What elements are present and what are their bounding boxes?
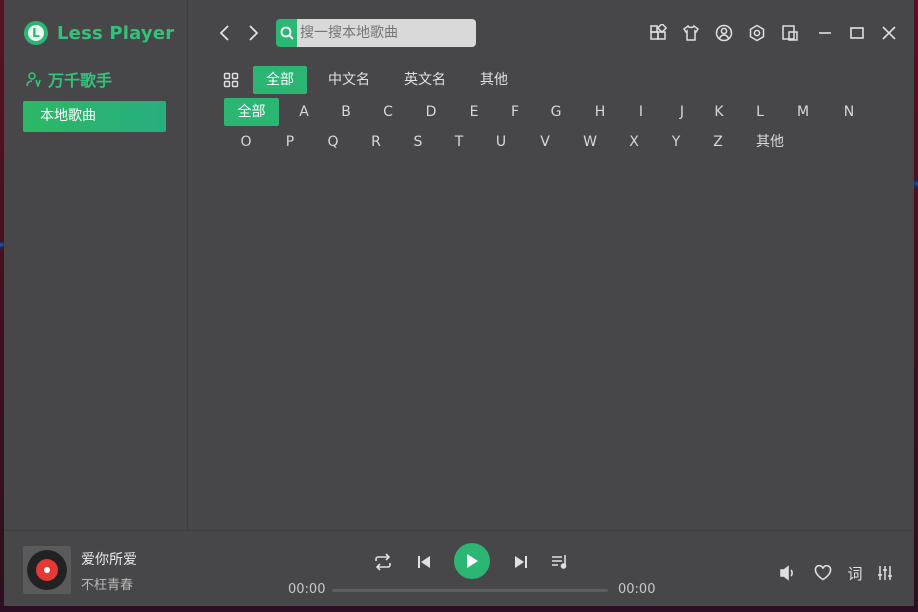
search-box <box>276 19 476 47</box>
letter-s[interactable]: S <box>408 128 428 156</box>
progress-bar[interactable] <box>332 589 608 592</box>
letter-u[interactable]: U <box>491 128 511 156</box>
letter-v[interactable]: V <box>535 128 555 156</box>
next-button[interactable] <box>510 551 532 573</box>
song-title[interactable]: 爱你所爱 <box>81 549 137 569</box>
letter-y[interactable]: Y <box>666 128 686 156</box>
playlist-button[interactable] <box>549 551 571 573</box>
letter-w[interactable]: W <box>580 128 600 156</box>
letter-h[interactable]: H <box>590 98 610 126</box>
equalizer-icon <box>878 566 892 580</box>
letter-m[interactable]: M <box>793 98 813 126</box>
minimize-button[interactable] <box>814 22 836 44</box>
top-bar <box>187 0 914 64</box>
letter-g[interactable]: G <box>546 98 566 126</box>
user-button[interactable] <box>713 22 735 44</box>
app-logo: L Less Player <box>24 21 174 45</box>
equalizer-button[interactable] <box>874 562 896 584</box>
letter-i[interactable]: I <box>631 98 651 126</box>
playlist-icon <box>552 555 567 569</box>
letter-other[interactable]: 其他 <box>750 128 790 156</box>
letter-d[interactable]: D <box>421 98 441 126</box>
letter-n[interactable]: N <box>839 98 859 126</box>
theme-shirt-icon <box>682 24 700 41</box>
maximize-icon <box>850 27 864 39</box>
settings-button[interactable] <box>746 22 768 44</box>
apps-icon <box>650 24 667 40</box>
lyrics-button[interactable]: 词 <box>844 562 866 584</box>
album-cover[interactable] <box>23 546 71 594</box>
theme-button[interactable] <box>680 22 702 44</box>
letter-e[interactable]: E <box>464 98 484 126</box>
letter-k[interactable]: K <box>709 98 729 126</box>
repeat-button[interactable] <box>372 551 394 573</box>
maximize-button[interactable] <box>846 22 868 44</box>
previous-button[interactable] <box>413 551 435 573</box>
tab-chinese-name[interactable]: 中文名 <box>315 66 383 94</box>
minimize-icon <box>819 32 831 34</box>
sidebar-item-local-songs[interactable]: 本地歌曲 <box>23 101 166 132</box>
tab-all[interactable]: 全部 <box>253 66 307 94</box>
letter-p[interactable]: P <box>280 128 300 156</box>
letter-l[interactable]: L <box>750 98 770 126</box>
sidebar: L Less Player 万千歌手 本地歌曲 <box>4 0 188 530</box>
letter-t[interactable]: T <box>449 128 469 156</box>
search-input[interactable] <box>297 19 476 47</box>
grid-icon <box>223 72 239 88</box>
filter-tabs: 全部 中文名 英文名 其他 <box>221 66 529 94</box>
sidebar-section-singers[interactable]: 万千歌手 <box>26 67 112 91</box>
next-icon <box>515 556 527 568</box>
letter-a[interactable]: A <box>294 98 314 126</box>
volume-button[interactable] <box>777 562 799 584</box>
app-window: L Less Player 万千歌手 本地歌曲 搜一搜本地歌曲 全部 中文名 英… <box>4 0 914 606</box>
total-time: 00:00 <box>618 582 656 597</box>
letter-f[interactable]: F <box>505 98 525 126</box>
song-artist[interactable]: 不枉青春 <box>81 574 133 593</box>
mini-mode-button[interactable] <box>779 22 801 44</box>
app-name: Less Player <box>57 22 175 44</box>
letter-c[interactable]: C <box>378 98 398 126</box>
repeat-icon <box>375 553 391 571</box>
close-button[interactable] <box>878 22 900 44</box>
favorite-button[interactable] <box>812 562 834 584</box>
forward-button[interactable] <box>243 22 263 44</box>
player-bar: 爱你所爱 不枉青春 00:00 00:00 词 <box>4 530 914 606</box>
current-time: 00:00 <box>288 582 326 597</box>
back-button[interactable] <box>215 22 235 44</box>
close-icon <box>882 26 896 40</box>
sidebar-section-label: 万千歌手 <box>48 71 113 90</box>
search-icon <box>280 26 294 40</box>
volume-icon <box>780 565 793 581</box>
letter-z[interactable]: Z <box>708 128 728 156</box>
search-button[interactable] <box>276 19 297 47</box>
letter-r[interactable]: R <box>366 128 386 156</box>
letter-all[interactable]: 全部 <box>224 98 279 126</box>
apps-button[interactable] <box>647 22 669 44</box>
chevron-right-icon <box>249 25 259 41</box>
settings-icon <box>749 24 765 42</box>
user-icon <box>715 24 733 42</box>
letter-b[interactable]: B <box>336 98 356 126</box>
play-button[interactable] <box>454 543 490 579</box>
tab-other[interactable]: 其他 <box>467 66 521 94</box>
tab-english-name[interactable]: 英文名 <box>391 66 459 94</box>
singer-icon <box>26 72 41 87</box>
heart-icon <box>814 565 832 581</box>
mini-mode-icon <box>782 25 798 41</box>
view-grid-button[interactable] <box>221 70 241 90</box>
letter-o[interactable]: O <box>236 128 256 156</box>
play-icon <box>467 554 478 568</box>
vinyl-disc-icon <box>27 550 67 590</box>
previous-icon <box>418 556 430 568</box>
letter-j[interactable]: J <box>672 98 692 126</box>
logo-icon: L <box>24 21 48 45</box>
logo-letter: L <box>28 25 44 41</box>
letter-x[interactable]: X <box>624 128 644 156</box>
letter-q[interactable]: Q <box>323 128 343 156</box>
chevron-left-icon <box>219 25 229 41</box>
